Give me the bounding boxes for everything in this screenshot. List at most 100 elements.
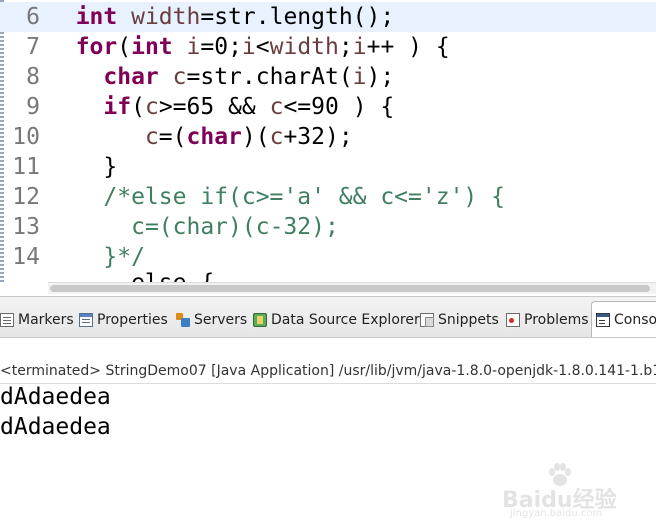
console-output-line: dAdaedea (0, 384, 111, 410)
code-variable: c (269, 124, 284, 150)
tab-data-source-explorer[interactable]: Data Source Explorer (253, 305, 420, 335)
tab-label: Problems (524, 312, 589, 328)
tab-servers[interactable]: Servers (176, 305, 247, 335)
line-number: 9 (26, 94, 40, 120)
code-variable: c (172, 64, 187, 90)
code-keyword: for (75, 34, 118, 60)
code-token: ( (117, 34, 132, 60)
tab-console[interactable]: Conso (591, 301, 656, 337)
line-number: 6 (26, 4, 40, 30)
code-token: ++ ) { (366, 34, 450, 60)
tab-problems[interactable]: Problems (506, 305, 589, 335)
code-line[interactable]: 7 for(int i=0;i<width;i++ ) { (0, 32, 656, 62)
code-variable: i (186, 34, 201, 60)
code-comment: /*else if(c>='a' && c<='z') { (103, 184, 505, 210)
code-variable: i (241, 34, 256, 60)
code-line[interactable]: 12 /*else if(c>='a' && c<='z') { (0, 182, 656, 212)
line-number: 13 (12, 214, 40, 240)
baidu-watermark: Baidu经验 jingyan.baidu.com (502, 462, 652, 519)
code-variable: c (144, 124, 159, 150)
line-number: 8 (26, 64, 40, 90)
code-text: /*else if(c>='a' && c<='z') { (48, 182, 505, 212)
line-number: 14 (12, 244, 40, 270)
code-text: if(c>=65 && c<=90 ) { (48, 92, 394, 122)
tab-label: Conso (614, 311, 656, 328)
code-line[interactable]: 6 int width=str.length(); (0, 2, 656, 32)
code-token: < (255, 34, 270, 60)
servers-icon (176, 313, 190, 327)
code-text: } (48, 152, 117, 182)
code-token: ( (131, 94, 145, 120)
code-line-partial: else { (48, 268, 214, 282)
watermark-url: jingyan.baidu.com (510, 508, 603, 519)
tab-label: Snippets (438, 312, 499, 328)
code-line[interactable]: 11 } (0, 152, 656, 182)
code-comment: c=(char)(c-32); (131, 214, 339, 240)
console-icon (596, 312, 610, 327)
tab-snippets[interactable]: Snippets (420, 305, 499, 335)
line-number: 7 (26, 34, 40, 60)
markers-icon (0, 313, 14, 327)
code-token: +32); (283, 124, 353, 150)
code-variable: c (269, 94, 284, 120)
code-keyword: int (75, 4, 118, 30)
code-line[interactable]: 10 c=(char)(c+32); (0, 122, 656, 152)
code-variable: i (352, 64, 367, 90)
tab-label: Data Source Explorer (271, 312, 420, 328)
editor-horizontal-scrollbar[interactable] (48, 282, 656, 294)
problems-icon (506, 313, 520, 327)
snippets-icon (420, 313, 434, 327)
code-variable: i (352, 34, 367, 60)
code-line[interactable]: 9 if(c>=65 && c<=90 ) { (0, 92, 656, 122)
code-editor[interactable]: 6 int width=str.length(); 7 for(int i=0;i… (0, 0, 656, 296)
code-token: )( (241, 124, 270, 150)
code-token: >=65 && (158, 94, 270, 120)
tab-label: Servers (194, 312, 248, 328)
code-token: ; (338, 34, 353, 60)
code-keyword: char (103, 64, 159, 90)
code-token: =( (158, 124, 187, 150)
code-comment: }*/ (103, 244, 145, 270)
properties-icon (79, 313, 93, 327)
code-text: char c=str.charAt(i); (48, 62, 394, 92)
code-line[interactable]: 13 c=(char)(c-32); (0, 212, 656, 242)
code-text: c=(char)(c+32); (48, 122, 353, 152)
code-variable: width (269, 34, 339, 60)
code-keyword: int (131, 34, 173, 60)
code-line[interactable]: 8 char c=str.charAt(i); (0, 62, 656, 92)
code-token: =0; (200, 34, 242, 60)
tab-markers[interactable]: Markers (0, 305, 74, 335)
code-token: ); (366, 64, 395, 90)
code-token: <=90 ) { (283, 94, 395, 120)
scrollbar-thumb[interactable] (50, 285, 650, 292)
code-variable: width (131, 4, 201, 30)
code-token: =str.length(); (200, 4, 395, 30)
line-number: 12 (12, 184, 40, 210)
data-source-explorer-icon (253, 313, 267, 327)
line-number: 10 (12, 124, 40, 150)
code-variable: c (144, 94, 159, 120)
code-text: int width=str.length(); (48, 2, 395, 32)
code-token: } (48, 154, 118, 180)
code-token: =str.charAt( (186, 64, 353, 90)
code-text: for(int i=0;i<width;i++ ) { (48, 32, 450, 62)
tab-properties[interactable]: Properties (79, 305, 168, 335)
views-tab-strip: Markers Properties Servers Data Source E… (0, 296, 656, 338)
code-keyword: if (103, 94, 132, 120)
tab-label: Markers (18, 312, 74, 328)
code-text: c=(char)(c-32); (48, 212, 339, 242)
console-status-header: <terminated> StringDemo07 [Java Applicat… (0, 363, 656, 379)
console-output-line: dAdaedea (0, 414, 111, 440)
tab-label: Properties (97, 312, 168, 328)
code-keyword: char (186, 124, 242, 150)
